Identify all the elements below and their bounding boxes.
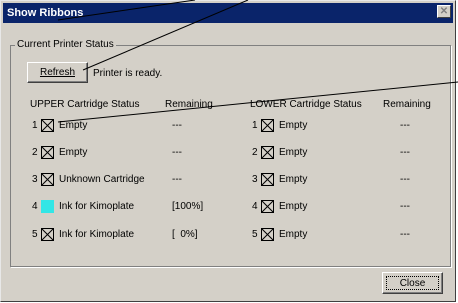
lower-slot-number: 5 — [252, 229, 258, 240]
lower-status-header: LOWER Cartridge Status — [250, 99, 362, 110]
cartridge-x-icon — [261, 228, 274, 241]
upper-cartridge-name: Unknown Cartridge — [59, 174, 145, 185]
cartridge-x-icon — [261, 173, 274, 186]
refresh-label: Refresh — [39, 67, 75, 78]
upper-slot-number: 3 — [32, 174, 38, 185]
cartridge-x-icon — [41, 228, 54, 241]
lower-remaining-value: --- — [400, 229, 410, 240]
cartridge-x-icon — [41, 146, 54, 159]
upper-cartridge-name: Empty — [59, 147, 88, 158]
cyan-color-swatch — [41, 200, 54, 213]
lower-cartridge-name: Empty — [279, 147, 308, 158]
close-icon[interactable]: ✕ — [437, 5, 451, 18]
lower-cartridge-name: Empty — [279, 229, 308, 240]
upper-cartridge-name: Empty — [59, 120, 88, 131]
lower-cartridge-name: Empty — [279, 120, 308, 131]
lower-slot-number: 2 — [252, 147, 258, 158]
printer-status-text: Printer is ready. — [93, 68, 163, 79]
upper-status-header: UPPER Cartridge Status — [30, 99, 140, 110]
group-label: Current Printer Status — [15, 39, 116, 50]
upper-remaining-value: --- — [172, 147, 182, 158]
cartridge-x-icon — [41, 119, 54, 132]
upper-slot-number: 1 — [32, 120, 38, 131]
cartridge-x-icon — [41, 173, 54, 186]
cartridge-x-icon — [261, 119, 274, 132]
upper-remaining-value: --- — [172, 174, 182, 185]
upper-remaining-header: Remaining — [165, 99, 213, 110]
lower-slot-number: 4 — [252, 201, 258, 212]
upper-slot-number: 2 — [32, 147, 38, 158]
close-label: Close — [386, 276, 439, 290]
close-button[interactable]: Close — [382, 272, 443, 294]
upper-slot-number: 4 — [32, 201, 38, 212]
lower-remaining-value: --- — [400, 201, 410, 212]
lower-cartridge-name: Empty — [279, 174, 308, 185]
lower-slot-number: 3 — [252, 174, 258, 185]
upper-cartridge-name: Ink for Kimoplate — [59, 229, 135, 240]
window-title: Show Ribbons — [7, 7, 84, 19]
lower-remaining-value: --- — [400, 147, 410, 158]
lower-remaining-value: --- — [400, 120, 410, 131]
lower-slot-number: 1 — [252, 120, 258, 131]
lower-cartridge-name: Empty — [279, 201, 308, 212]
upper-slot-number: 5 — [32, 229, 38, 240]
cartridge-x-icon — [261, 200, 274, 213]
refresh-button[interactable]: Refresh — [27, 62, 88, 83]
cartridge-x-icon — [261, 146, 274, 159]
upper-remaining-value: [100%] — [172, 201, 204, 212]
lower-remaining-value: --- — [400, 174, 410, 185]
upper-remaining-value: --- — [172, 120, 182, 131]
upper-cartridge-name: Ink for Kimoplate — [59, 201, 135, 212]
upper-remaining-value: [ 0%] — [172, 229, 198, 240]
title-bar: Show Ribbons ✕ — [3, 3, 453, 23]
lower-remaining-header: Remaining — [383, 99, 431, 110]
